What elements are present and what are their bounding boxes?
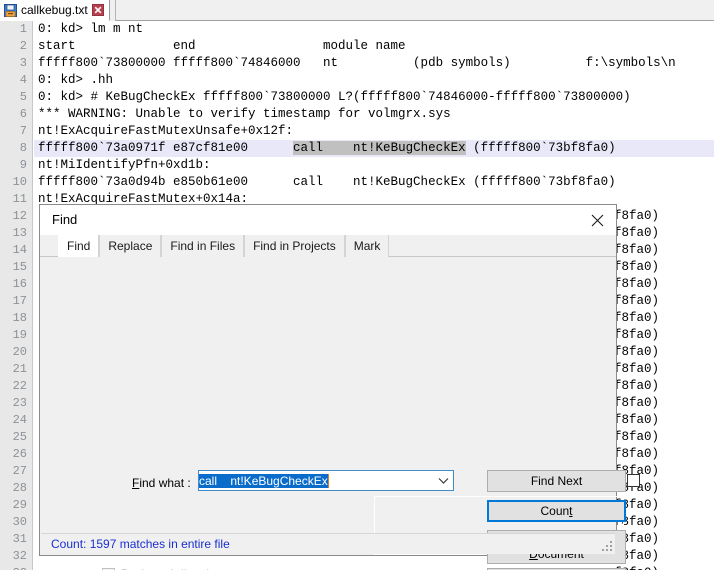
line-number: 16 <box>12 277 27 291</box>
selected-text: call nt!KeBugCheckEx <box>293 141 466 155</box>
line-number: 22 <box>12 379 27 393</box>
line-number: 21 <box>12 362 27 376</box>
tab-label: Find <box>67 239 91 253</box>
count-button[interactable]: Count <box>487 500 626 522</box>
resize-grip[interactable] <box>602 541 614 553</box>
code-line[interactable]: fffff800`73a0971f e87cf81e00 call nt!KeB… <box>34 140 714 157</box>
line-number: 9 <box>19 158 27 172</box>
line-number: 19 <box>12 328 27 342</box>
line-number: 23 <box>12 396 27 410</box>
code-line[interactable]: fffff800`73a0d94b e850b61e00 call nt!KeB… <box>34 174 714 191</box>
floppy-save-icon <box>4 3 17 17</box>
occluded-line-tail: f8fa0) <box>614 226 660 240</box>
code-line[interactable]: *** WARNING: Unable to verify timestamp … <box>34 106 714 123</box>
occluded-line-tail: f8fa0) <box>614 209 660 223</box>
line-number: 18 <box>12 311 27 325</box>
tab-replace[interactable]: Replace <box>99 235 162 257</box>
line-number: 29 <box>12 498 27 512</box>
document-tab-label: callkebug.txt <box>21 3 88 17</box>
close-icon[interactable] <box>91 4 104 16</box>
line-number: 27 <box>12 464 27 478</box>
find-what-input[interactable]: call nt!KeBugCheckEx <box>198 470 454 491</box>
line-number: 10 <box>12 175 27 189</box>
line-number: 31 <box>12 532 27 546</box>
unlabeled-checkbox[interactable] <box>627 474 640 487</box>
find-dialog-tabs[interactable]: Find Replace Find in Files Find in Projects… <box>40 235 616 258</box>
line-number: 1 <box>19 22 27 36</box>
find-next-label: Find Next <box>530 474 583 488</box>
find-dialog-titlebar[interactable]: Find <box>40 205 616 235</box>
tab-find[interactable]: Find <box>58 235 100 258</box>
line-number: 15 <box>12 260 27 274</box>
line-number: 32 <box>12 549 27 563</box>
close-icon[interactable] <box>586 210 608 230</box>
code-line[interactable]: 0: kd> .hh <box>34 72 714 89</box>
line-number: 5 <box>19 90 27 104</box>
line-number-gutter: 1 2 3 4 5 6 7 8 9 10 11 12 13 14 15 16 17 18 19 20 21 22 23 24 2… <box>0 21 33 570</box>
occluded-line-tail: f8fa0) <box>614 260 660 274</box>
line-number: 8 <box>19 141 27 155</box>
find-dialog-title: Find <box>52 212 78 227</box>
tab-find-in-projects[interactable]: Find in Projects <box>244 235 345 257</box>
tab-label: Replace <box>108 239 153 253</box>
occluded-line-tail: f8fa0) <box>614 362 660 376</box>
occluded-line-tail: f8fa0) <box>614 311 660 325</box>
code-line[interactable]: 0: kd> # KeBugCheckEx fffff800`73800000 … <box>34 89 714 106</box>
line-number: 20 <box>12 345 27 359</box>
chevron-down-icon[interactable] <box>433 471 453 490</box>
line-number: 6 <box>19 107 27 121</box>
line-number: 13 <box>12 226 27 240</box>
line-number: 2 <box>19 39 27 53</box>
count-label: Count <box>540 504 573 518</box>
line-number: 7 <box>19 124 27 138</box>
find-dialog[interactable]: Find Find Replace Find in Files Find in Pro… <box>39 204 640 570</box>
occluded-line-tail: f8fa0) <box>614 328 660 342</box>
find-status-text: Count: 1597 matches in entire file <box>51 537 230 551</box>
line-number: 25 <box>12 430 27 444</box>
occluded-line-tail: f8fa0) <box>614 294 660 308</box>
find-what-label: Find what : <box>132 476 191 490</box>
occluded-line-tail: f8fa0) <box>614 430 660 444</box>
code-line[interactable]: nt!MiIdentifyPfn+0xd1b: <box>34 157 714 174</box>
tab-find-in-files[interactable]: Find in Files <box>161 235 245 257</box>
find-next-button[interactable]: Find Next <box>487 470 626 492</box>
line-number: 26 <box>12 447 27 461</box>
tab-label: Mark <box>353 239 381 253</box>
line-number: 3 <box>19 56 27 70</box>
occluded-line-tail: f8fa0) <box>614 345 660 359</box>
document-tab-bar: callkebug.txt <box>0 0 714 21</box>
code-line[interactable]: nt!ExAcquireFastMutexUnsafe+0x12f: <box>34 123 714 140</box>
document-tab-callkebug[interactable]: callkebug.txt <box>0 0 110 21</box>
occluded-line-tail: f8fa0) <box>614 243 660 257</box>
code-line[interactable]: start end module name <box>34 38 714 55</box>
line-number: 4 <box>19 73 27 87</box>
code-line[interactable]: fffff800`73800000 fffff800`74846000 nt (… <box>34 55 714 72</box>
find-dialog-body <box>40 257 616 534</box>
notepadpp-window: callkebug.txt 1 2 3 4 5 6 7 8 9 10 11 12 13 14 15 16 17 1… <box>0 0 714 570</box>
line-number: 24 <box>12 413 27 427</box>
occluded-line-tail: f8fa0) <box>614 277 660 291</box>
occluded-line-tail: f8fa0) <box>614 379 660 393</box>
line-number: 14 <box>12 243 27 257</box>
line-number: 30 <box>12 515 27 529</box>
occluded-line-tail: f8fa0) <box>614 447 660 461</box>
occluded-line-tail: f8fa0) <box>614 413 660 427</box>
line-number: 12 <box>12 209 27 223</box>
occluded-line-tail: f8fa0) <box>614 396 660 410</box>
tab-label: Find in Files <box>170 239 236 253</box>
tab-label: Find in Projects <box>253 239 336 253</box>
line-number: 28 <box>12 481 27 495</box>
find-what-value[interactable]: call nt!KeBugCheckEx <box>199 473 433 488</box>
checkbox-box[interactable] <box>627 474 640 487</box>
find-status-bar: Count: 1597 matches in entire file <box>41 533 615 554</box>
tab-mark[interactable]: Mark <box>344 235 390 257</box>
line-number: 17 <box>12 294 27 308</box>
code-line[interactable]: 0: kd> lm m nt <box>34 21 714 38</box>
line-number: 33 <box>0 565 32 570</box>
line-number: 11 <box>12 192 27 206</box>
